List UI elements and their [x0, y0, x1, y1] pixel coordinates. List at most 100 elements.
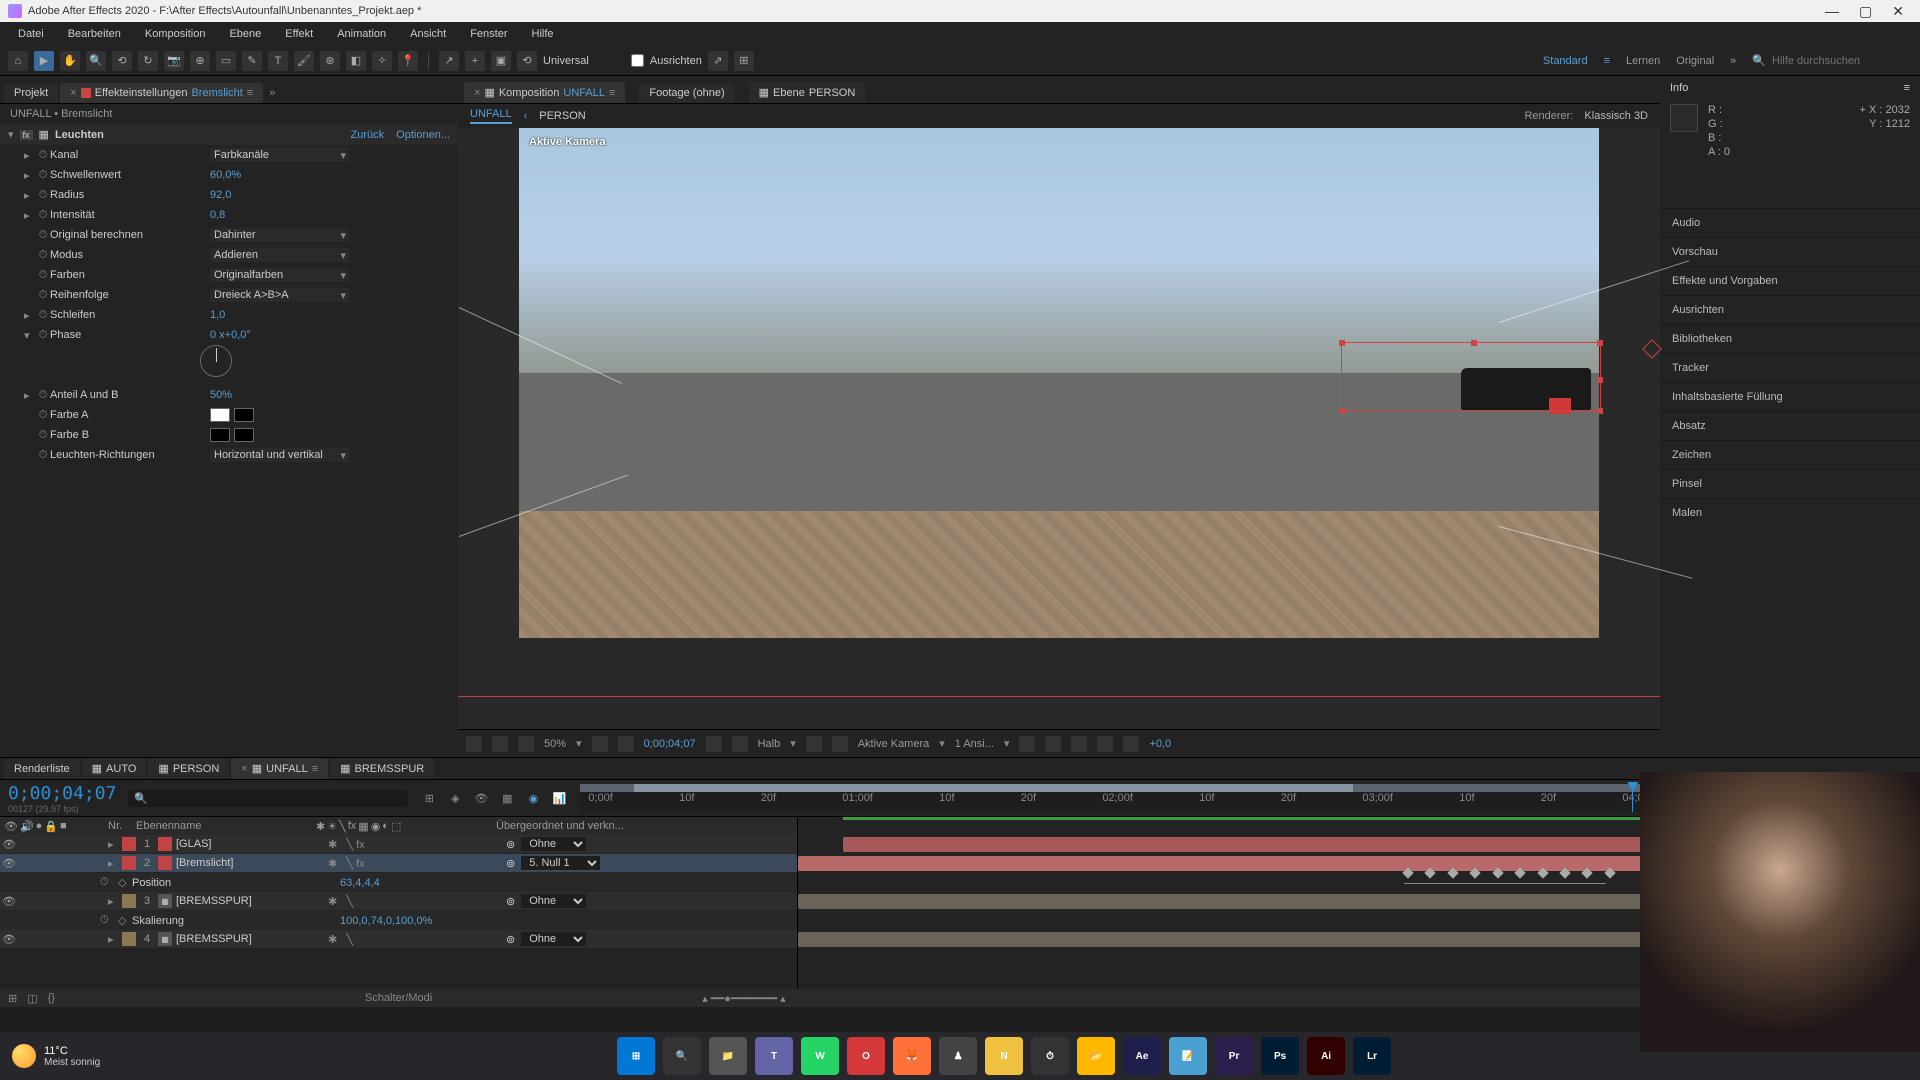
channel-icon[interactable]	[492, 736, 508, 752]
taskbar-app[interactable]: Ps	[1261, 1037, 1299, 1075]
close-tab-icon[interactable]: ×	[241, 763, 247, 775]
layer-color-label[interactable]	[122, 837, 136, 851]
clone-tool[interactable]: ⊛	[320, 51, 340, 71]
panel-effekte-vorgaben[interactable]: Effekte und Vorgaben	[1660, 266, 1920, 295]
preview-time[interactable]: 0;00;04;07	[644, 738, 696, 750]
farbe-b-picker[interactable]	[234, 428, 254, 442]
taskbar-app[interactable]: T	[755, 1037, 793, 1075]
pickwhip-icon[interactable]: ⊚	[506, 933, 515, 946]
panel-menu-icon[interactable]: ≡	[312, 763, 318, 775]
toggle-in-out-icon[interactable]: {}	[48, 992, 55, 1004]
stopwatch-icon[interactable]: ⏱	[100, 876, 118, 889]
layer-name[interactable]: [GLAS]	[172, 838, 328, 850]
layer-color-label[interactable]	[122, 932, 136, 946]
reset-exposure-icon[interactable]	[1123, 736, 1139, 752]
timeline-icon[interactable]	[1071, 736, 1087, 752]
pixel-aspect-icon[interactable]	[1019, 736, 1035, 752]
taskbar-app[interactable]: ⊞	[617, 1037, 655, 1075]
stopwatch-icon[interactable]: ⏱	[36, 328, 50, 342]
toggle-switches-icon[interactable]: ⊞	[8, 992, 17, 1005]
taskbar-app[interactable]: 📂	[1077, 1037, 1115, 1075]
video-col-icon[interactable]: 👁	[4, 820, 18, 833]
color-mgmt-icon[interactable]	[732, 736, 748, 752]
snapping-checkbox[interactable]	[631, 54, 644, 67]
solo-col-icon[interactable]: ●	[36, 820, 43, 833]
menu-bearbeiten[interactable]: Bearbeiten	[58, 26, 131, 42]
home-tool[interactable]: ⌂	[8, 51, 28, 71]
stopwatch-icon[interactable]: ⏱	[36, 228, 50, 242]
twirl-icon[interactable]: ▸	[24, 169, 36, 182]
crumb-person[interactable]: PERSON	[539, 110, 585, 122]
property-value[interactable]: 100,0,74,0,100,0%	[340, 915, 432, 927]
panel-tracker[interactable]: Tracker	[1660, 353, 1920, 382]
parent-dropdown[interactable]: Ohne	[521, 894, 586, 908]
stopwatch-icon[interactable]: ⏱	[36, 168, 50, 182]
reset-link[interactable]: Zurück	[351, 129, 385, 141]
tab-effect-controls[interactable]: × Effekteinstellungen Bremslicht ≡	[60, 83, 263, 103]
layer-row[interactable]: 👁 ▸ 1 [GLAS] ✱ ╲ fx ⊚Ohne	[0, 835, 797, 854]
panel-inhaltsbasierte[interactable]: Inhaltsbasierte Füllung	[1660, 382, 1920, 411]
farbe-a-picker[interactable]	[234, 408, 254, 422]
pickwhip-icon[interactable]: ⊚	[506, 838, 515, 851]
eraser-tool[interactable]: ◧	[346, 51, 366, 71]
tab-bremsspur[interactable]: ▦BREMSSPUR	[330, 758, 434, 779]
schleifen-value[interactable]: 1,0	[210, 309, 225, 321]
grid-icon[interactable]	[592, 736, 608, 752]
stopwatch-icon[interactable]: ⏱	[36, 308, 50, 322]
menu-ebene[interactable]: Ebene	[219, 26, 271, 42]
layer-switches[interactable]: ✱ ╲ fx	[328, 857, 506, 870]
original-dropdown[interactable]: Dahinter	[210, 228, 350, 242]
farbe-a-swatch[interactable]	[210, 408, 230, 422]
help-search-input[interactable]	[1772, 55, 1912, 67]
switches-modes-label[interactable]: Schalter/Modi	[365, 992, 432, 1004]
radius-value[interactable]: 92,0	[210, 189, 231, 201]
twirl-icon[interactable]: ▾	[8, 128, 14, 141]
schwellenwert-value[interactable]: 60,0%	[210, 169, 241, 181]
taskbar-app[interactable]: W	[801, 1037, 839, 1075]
panel-vorschau[interactable]: Vorschau	[1660, 237, 1920, 266]
twirl-icon[interactable]: ▸	[108, 933, 122, 946]
motion-blur-icon[interactable]: ◉	[524, 789, 542, 807]
taskbar-app[interactable]: Lr	[1353, 1037, 1391, 1075]
layer-switches[interactable]: ✱ ╲ fx	[328, 838, 506, 851]
layer-color-label[interactable]	[122, 856, 136, 870]
tab-renderliste[interactable]: Renderliste	[4, 759, 80, 779]
camera-dropdown[interactable]: Aktive Kamera	[858, 738, 930, 750]
panel-absatz[interactable]: Absatz	[1660, 411, 1920, 440]
tab-footage[interactable]: Footage (ohne)	[639, 83, 734, 103]
camera-tool[interactable]: 📷	[164, 51, 184, 71]
pen-tool[interactable]: ✎	[242, 51, 262, 71]
fast-preview-icon[interactable]	[1045, 736, 1061, 752]
layer-switches[interactable]: ✱ ╲	[328, 933, 506, 946]
adjust-switch-icon[interactable]: ◐	[382, 820, 389, 833]
pan-behind-tool[interactable]: ⊕	[190, 51, 210, 71]
comp-mini-flowchart-icon[interactable]: ⊞	[420, 789, 438, 807]
magnification-dropdown[interactable]: 50%	[544, 738, 566, 750]
layer-switches[interactable]: ✱ ╲	[328, 895, 506, 908]
taskbar-app[interactable]: 🦊	[893, 1037, 931, 1075]
anteil-value[interactable]: 50%	[210, 389, 232, 401]
rotate-tool[interactable]: ↻	[138, 51, 158, 71]
stopwatch-icon[interactable]: ⏱	[36, 248, 50, 262]
phase-value[interactable]: 0 x+0,0°	[210, 329, 251, 341]
layer-row[interactable]: 👁 ▸ 3 ▦ [BREMSSPUR] ✱ ╲ ⊚Ohne	[0, 892, 797, 911]
tab-person[interactable]: ▦PERSON	[148, 758, 229, 779]
menu-animation[interactable]: Animation	[327, 26, 396, 42]
taskbar-app[interactable]: Ai	[1307, 1037, 1345, 1075]
collapse-switch-icon[interactable]: ☀	[327, 820, 337, 833]
minimize-button[interactable]: —	[1825, 3, 1839, 20]
workspace-menu-icon[interactable]: ≡	[1604, 55, 1610, 67]
keyframe-nav-icon[interactable]: ◇	[118, 876, 132, 889]
layer-row[interactable]: 👁 ▸ 2 [Bremslicht] ✱ ╲ fx ⊚5. Null 1	[0, 854, 797, 873]
shy-switch-icon[interactable]: ✱	[316, 820, 325, 833]
close-tab-icon[interactable]: ×	[474, 87, 480, 99]
menu-ansicht[interactable]: Ansicht	[400, 26, 456, 42]
type-tool[interactable]: T	[268, 51, 288, 71]
panel-menu-icon[interactable]: ≡	[247, 87, 253, 99]
kanal-dropdown[interactable]: Farbkanäle	[210, 148, 350, 162]
hand-tool[interactable]: ✋	[60, 51, 80, 71]
exposure-value[interactable]: +0,0	[1149, 738, 1171, 750]
options-link[interactable]: Optionen...	[396, 129, 450, 141]
playhead[interactable]	[1632, 784, 1633, 812]
richtungen-dropdown[interactable]: Horizontal und vertikal	[210, 448, 350, 462]
